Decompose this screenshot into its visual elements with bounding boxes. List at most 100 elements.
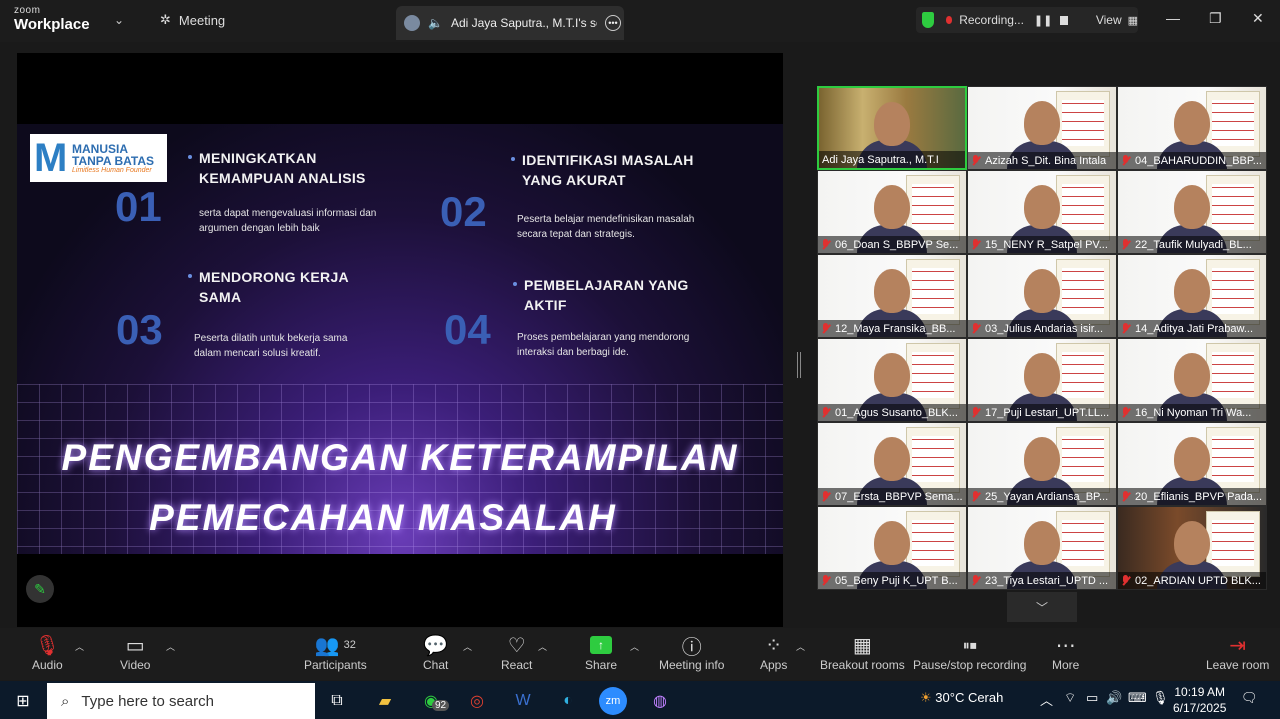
pause-stop-recording-button[interactable]: ⏸⏹ Pause/stop recording	[913, 632, 1027, 673]
share-button[interactable]: ↑ Share	[585, 632, 617, 672]
chrome-icon[interactable]: ◎	[462, 686, 492, 716]
leave-room-button[interactable]: ⇥ Leave room	[1206, 632, 1269, 673]
participant-name-text: 03_Julius Andarias isir...	[985, 322, 1104, 335]
participant-tile[interactable]: 15_NENY R_Satpel PV...	[967, 170, 1117, 254]
participant-tile[interactable]: 20_Eflianis_BPVP Pada...	[1117, 422, 1267, 506]
react-label: React	[501, 658, 533, 672]
participant-face	[1024, 353, 1060, 397]
pause-icon[interactable]: ❚❚	[1034, 14, 1052, 27]
breakout-rooms-button[interactable]: ▦ Breakout rooms	[820, 632, 905, 673]
participant-tile[interactable]: 22_Taufik Mulyadi_BL...	[1117, 170, 1267, 254]
breakout-label: Breakout rooms	[820, 658, 905, 672]
meeting-info-button[interactable]: ⓘ Meeting info	[659, 632, 724, 673]
windows-start-icon[interactable]: ⊞	[8, 686, 38, 716]
taskbar-search-box[interactable]: ⌕ Type here to search	[47, 683, 315, 719]
item-heading: MENDORONG KERJA SAMA	[199, 267, 349, 307]
participant-tile[interactable]: 06_Doan S_BBPVP Se...	[817, 170, 967, 254]
chat-button[interactable]: 💬 Chat	[423, 632, 448, 673]
participants-button[interactable]: 👥 32 Participants	[304, 632, 367, 673]
battery-icon[interactable]: ▭	[1086, 690, 1098, 706]
participant-name: 17_Puji Lestari_UPT.LL...	[968, 404, 1116, 421]
view-label[interactable]: View	[1096, 13, 1122, 27]
participant-tile[interactable]: 02_ARDIAN UPTD BLK...	[1117, 506, 1267, 590]
participant-tile[interactable]: Azizah S_Dit. Bina Intala	[967, 86, 1117, 170]
taskbar-clock[interactable]: 10:19 AM 6/17/2025	[1173, 684, 1226, 716]
word-icon[interactable]: W	[508, 686, 538, 716]
heading-line: IDENTIFIKASI MASALAH	[522, 152, 694, 168]
desc-line: dalam mencari solusi kreatif.	[194, 348, 321, 359]
video-button[interactable]: ▭ Video	[120, 632, 150, 673]
participant-name: 02_ARDIAN UPTD BLK...	[1118, 572, 1266, 589]
maximize-icon[interactable]: ❐	[1209, 10, 1222, 27]
chevron-up-icon[interactable]: ︿	[1040, 690, 1053, 709]
more-options-icon[interactable]: •••	[604, 15, 621, 31]
network-icon[interactable]: ⌔	[1064, 690, 1076, 706]
file-explorer-icon[interactable]: ▰	[370, 686, 400, 716]
zoom-workplace-logo[interactable]: zoom Workplace	[14, 6, 90, 33]
share-tab-label: Adi Jaya Saputra., M.T.I's scre	[450, 16, 597, 30]
participants-icon: 👥 32	[314, 634, 356, 657]
logo-line2: TANPA BATAS	[72, 153, 154, 168]
desc-line: secara tepat dan strategis.	[517, 229, 635, 240]
participant-tile[interactable]: 03_Julius Andarias isir...	[967, 254, 1117, 338]
tab-screen-share[interactable]: 🔈 Adi Jaya Saputra., M.T.I's scre •••	[396, 6, 624, 40]
mic-muted-icon	[971, 491, 980, 502]
edge-icon[interactable]: ◐	[553, 686, 583, 716]
keyboard-icon[interactable]: ⌨	[1128, 690, 1147, 706]
slide-title-line2: PEMECAHAN MASALAH	[149, 497, 617, 538]
participant-tile[interactable]: 07_Ersta_BBPVP Sema...	[817, 422, 967, 506]
participant-tile[interactable]: Adi Jaya Saputra., M.T.I	[817, 86, 967, 170]
react-button[interactable]: ♡ React	[501, 632, 533, 673]
stop-icon[interactable]	[1060, 15, 1068, 25]
more-button[interactable]: ⋯ More	[1052, 632, 1079, 673]
participant-name: 20_Eflianis_BPVP Pada...	[1118, 488, 1266, 505]
participant-name-text: 05_Beny Puji K_UPT B...	[835, 574, 958, 587]
participant-name-text: Adi Jaya Saputra., M.T.I	[822, 153, 939, 166]
volume-icon[interactable]: 🔊	[1106, 690, 1122, 706]
zoom-app-icon[interactable]: zm	[599, 687, 627, 715]
caret-up-icon[interactable]: ︿	[630, 640, 639, 653]
caret-up-icon[interactable]: ︿	[166, 640, 175, 653]
whatsapp-icon[interactable]: ◉ 92	[416, 686, 450, 716]
participant-tile[interactable]: 25_Yayan Ardiansa_BP...	[967, 422, 1117, 506]
apps-button[interactable]: ⁘ Apps	[760, 632, 788, 673]
notification-icon[interactable]: 🗨	[1241, 690, 1258, 706]
chevron-down-icon[interactable]: ⌄	[114, 13, 124, 27]
minimize-icon[interactable]: —	[1166, 10, 1180, 26]
participant-tile[interactable]: 05_Beny Puji K_UPT B...	[817, 506, 967, 590]
manusia-tanpa-batas-logo: M MANUSIA TANPA BATAS Limitless Human Fo…	[30, 134, 167, 182]
logo-tagline: Limitless Human Founder	[72, 166, 152, 174]
logo-line1: MANUSIA	[72, 141, 128, 156]
weather-widget[interactable]: ☀ 30°C Cerah	[920, 690, 1003, 706]
pencil-icon: ✎	[34, 580, 46, 597]
participant-tile[interactable]: 01_Agus Susanto_BLK...	[817, 338, 967, 422]
participant-tile[interactable]: 04_BAHARUDDIN_BBP...	[1117, 86, 1267, 170]
caret-up-icon[interactable]: ︿	[463, 640, 472, 653]
mic-muted-icon	[971, 575, 980, 586]
participant-tile[interactable]: 16_Ni Nyoman Tri Wa...	[1117, 338, 1267, 422]
share-screen-icon: ↑	[590, 632, 613, 658]
mic-tray-icon[interactable]: 🎙	[1152, 690, 1169, 706]
participant-face	[1174, 269, 1210, 313]
caret-up-icon[interactable]: ︿	[75, 640, 84, 653]
task-view-icon[interactable]: ⧉	[322, 686, 352, 716]
gallery-scroll-button[interactable]: ﹀	[1007, 592, 1077, 622]
participant-tile[interactable]: 23_Tiya Lestari_UPTD ...	[967, 506, 1117, 590]
close-icon[interactable]: ✕	[1252, 10, 1264, 27]
panel-resize-handle[interactable]	[797, 352, 801, 378]
heading-line: MENINGKATKAN	[199, 150, 317, 166]
audio-button[interactable]: 🎙 Audio	[32, 632, 63, 673]
participant-tile[interactable]: 12_Maya Fransika_BB...	[817, 254, 967, 338]
desc-line: argumen dengan lebih baik	[199, 223, 320, 234]
participant-tile[interactable]: 17_Puji Lestari_UPT.LL...	[967, 338, 1117, 422]
grid-view-icon[interactable]: ▦	[1128, 14, 1138, 27]
caret-up-icon[interactable]: ︿	[796, 640, 805, 653]
annotate-button[interactable]: ✎	[26, 575, 54, 603]
app-icon[interactable]: ◍	[645, 686, 675, 716]
caret-up-icon[interactable]: ︿	[538, 640, 547, 653]
apps-label: Apps	[760, 658, 788, 672]
tab-meeting[interactable]: ✲ Meeting	[160, 12, 225, 28]
pause-rec-label: Pause/stop recording	[913, 658, 1027, 672]
participant-tile[interactable]: 14_Aditya Jati Prabaw...	[1117, 254, 1267, 338]
recording-dot-icon	[945, 16, 953, 24]
